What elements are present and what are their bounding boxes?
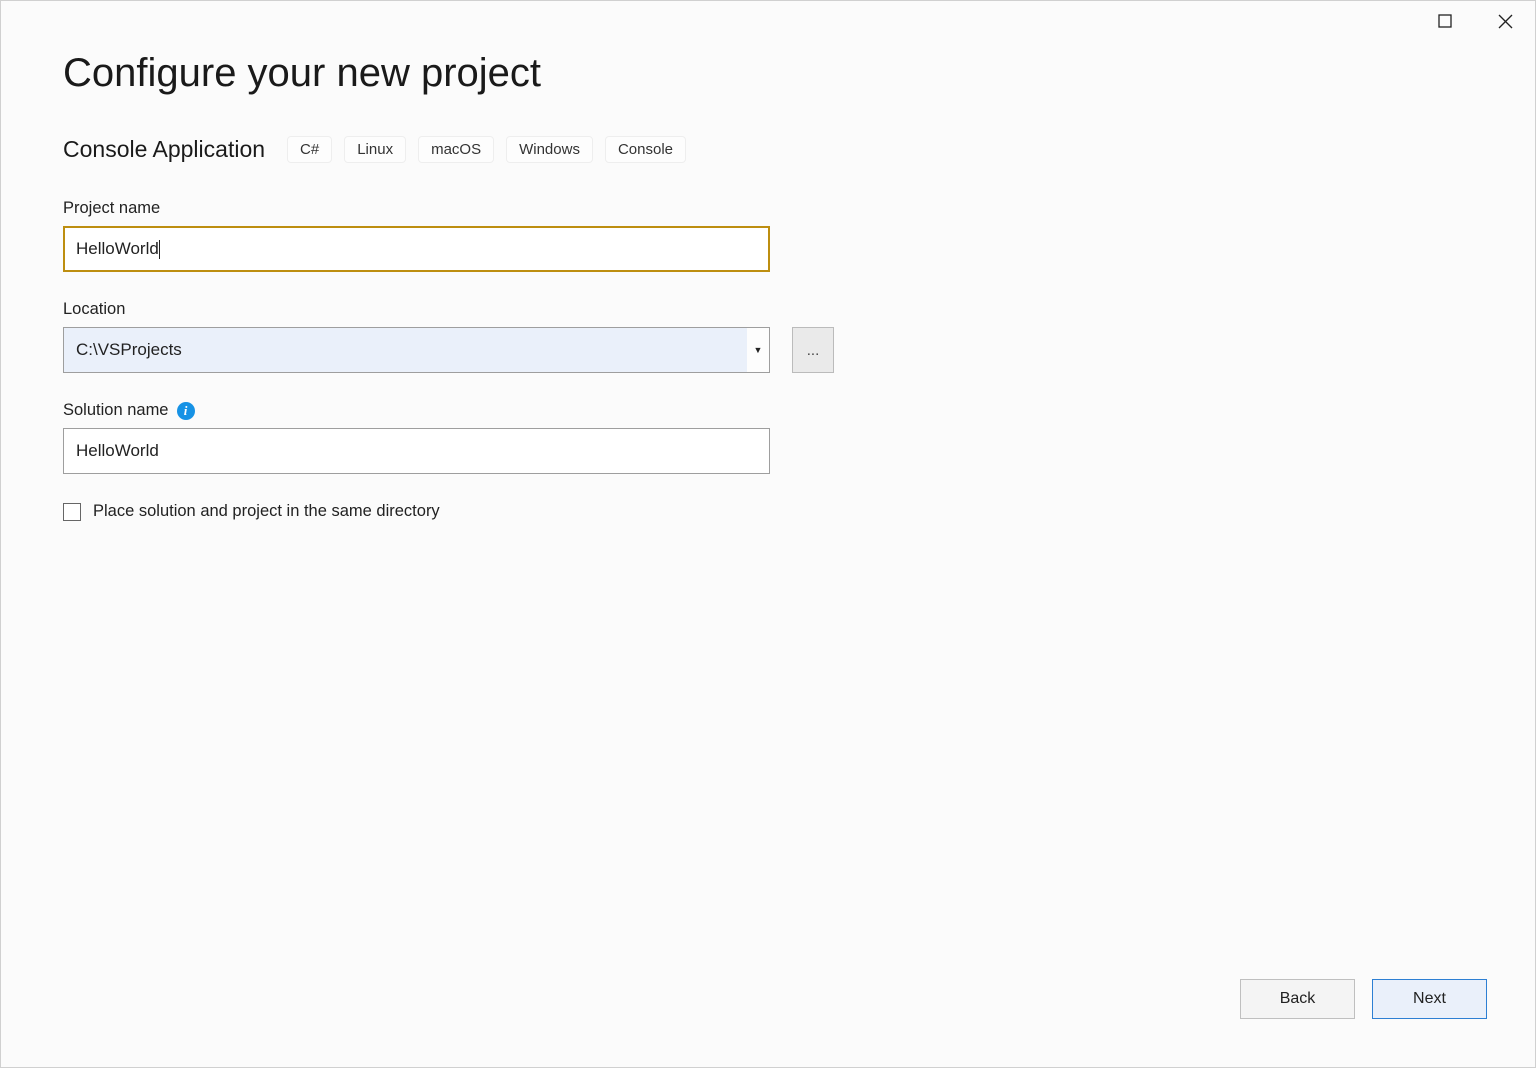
project-name-input[interactable]: HelloWorld xyxy=(63,226,770,272)
tag-csharp: C# xyxy=(287,136,332,163)
tag-linux: Linux xyxy=(344,136,406,163)
next-button[interactable]: Next xyxy=(1372,979,1487,1019)
tag-macos: macOS xyxy=(418,136,494,163)
project-name-value: HelloWorld xyxy=(76,239,159,259)
window-controls xyxy=(1415,1,1535,41)
project-name-label: Project name xyxy=(63,199,1473,218)
location-combo[interactable]: C:\VSProjects ▼ xyxy=(63,327,770,373)
text-caret-icon xyxy=(159,240,160,259)
tag-console: Console xyxy=(605,136,686,163)
back-button[interactable]: Back xyxy=(1240,979,1355,1019)
page-title: Configure your new project xyxy=(63,51,1473,96)
tag-windows: Windows xyxy=(506,136,593,163)
maximize-icon[interactable] xyxy=(1415,1,1475,41)
chevron-down-icon[interactable]: ▼ xyxy=(747,328,769,372)
solution-name-label: Solution name xyxy=(63,401,169,420)
location-value: C:\VSProjects xyxy=(64,340,747,360)
solution-name-input[interactable] xyxy=(63,428,770,474)
close-icon[interactable] xyxy=(1475,1,1535,41)
template-tags: C# Linux macOS Windows Console xyxy=(287,136,686,163)
browse-button[interactable]: ... xyxy=(792,327,834,373)
template-subtitle: Console Application xyxy=(63,136,265,163)
same-directory-checkbox[interactable] xyxy=(63,503,81,521)
info-icon[interactable]: i xyxy=(177,402,195,420)
location-label: Location xyxy=(63,300,1473,319)
same-directory-label: Place solution and project in the same d… xyxy=(93,502,440,521)
